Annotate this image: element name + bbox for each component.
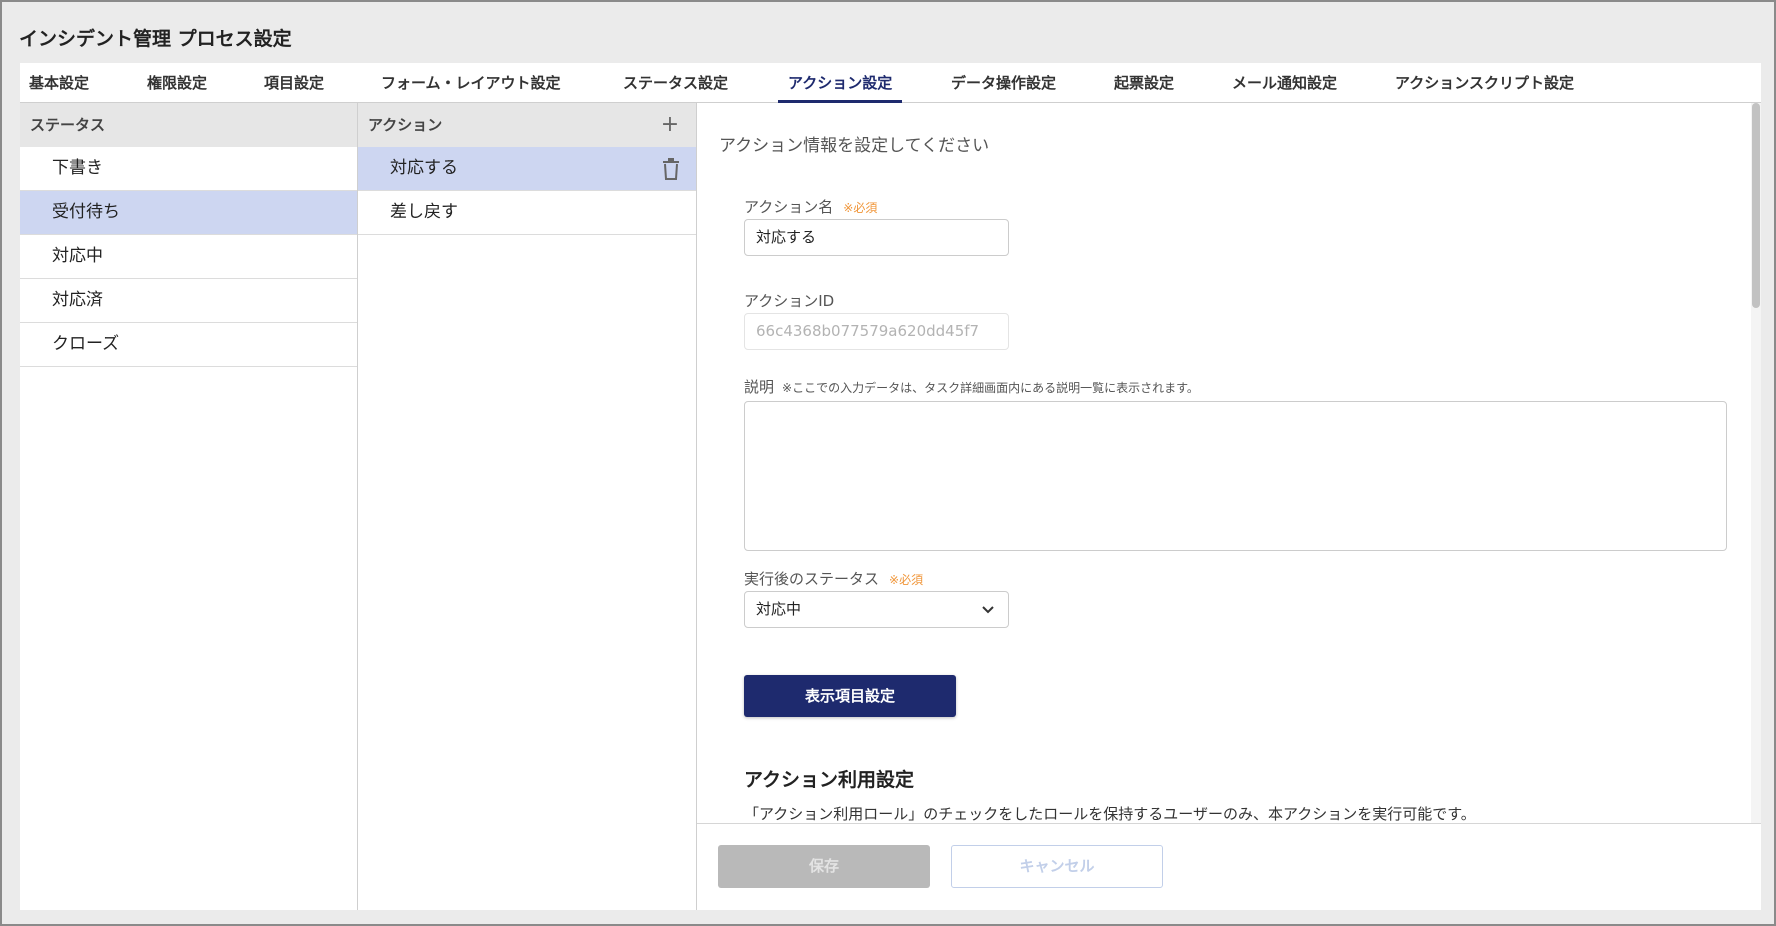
settings-panel: 基本設定 権限設定 項目設定 フォーム・レイアウト設定 ステータス設定 アクショ…	[20, 63, 1761, 910]
tab-bar: 基本設定 権限設定 項目設定 フォーム・レイアウト設定 ステータス設定 アクショ…	[20, 63, 1761, 103]
save-button[interactable]: 保存	[718, 845, 930, 888]
required-mark: ※必須	[843, 201, 878, 215]
tab-basic[interactable]: 基本設定	[29, 63, 89, 103]
usage-section-title: アクション利用設定	[744, 769, 915, 791]
detail-scrollbar[interactable]	[1751, 103, 1761, 823]
tab-permissions[interactable]: 権限設定	[147, 63, 207, 103]
app-frame: インシデント管理 プロセス設定 基本設定 権限設定 項目設定 フォーム・レイアウ…	[0, 0, 1776, 926]
action-name-field[interactable]: 対応する	[744, 219, 1009, 256]
action-name-label: アクション名 ※必須	[744, 196, 877, 217]
action-item-respond[interactable]: 対応する	[358, 147, 696, 191]
description-note: ※ここでの入力データは、タスク詳細画面内にある説明一覧に表示されます。	[782, 381, 1199, 395]
action-name-label-text: アクション名	[744, 198, 834, 216]
tab-ticket-creation[interactable]: 起票設定	[1114, 63, 1174, 103]
action-column-header: アクション +	[358, 103, 696, 147]
tab-action[interactable]: アクション設定	[777, 63, 903, 103]
page-title: インシデント管理 プロセス設定	[19, 28, 292, 50]
display-fields-button[interactable]: 表示項目設定	[744, 675, 956, 717]
usage-section-desc: 「アクション利用ロール」のチェックをしたロールを保持するユーザーのみ、本アクショ…	[744, 805, 1476, 823]
chevron-down-icon	[982, 606, 994, 614]
action-detail: アクション情報を設定してください アクション名 ※必須 対応する アクションID …	[697, 103, 1761, 910]
form-footer: 保存 キャンセル	[697, 823, 1761, 910]
trash-icon[interactable]	[662, 158, 680, 180]
tab-fields[interactable]: 項目設定	[264, 63, 324, 103]
next-status-value: 対応中	[756, 600, 802, 618]
status-item-done[interactable]: 対応済	[20, 279, 357, 323]
next-status-label: 実行後のステータス ※必須	[744, 568, 923, 589]
next-status-select[interactable]: 対応中	[744, 591, 1009, 628]
description-textarea[interactable]	[744, 401, 1727, 551]
status-item-closed[interactable]: クローズ	[20, 323, 357, 367]
action-id-field: 66c4368b077579a620dd45f7	[744, 313, 1009, 350]
action-id-label: アクションID	[744, 292, 835, 310]
tab-mail-notification[interactable]: メール通知設定	[1232, 63, 1337, 103]
status-column: ステータス 下書き 受付待ち 対応中 対応済 クローズ	[20, 103, 358, 910]
action-column: アクション + 対応する 差し戻す	[358, 103, 697, 910]
status-column-header: ステータス	[20, 103, 357, 147]
tab-action-script[interactable]: アクションスクリプト設定	[1395, 63, 1574, 103]
status-item-in-progress[interactable]: 対応中	[20, 235, 357, 279]
status-item-awaiting[interactable]: 受付待ち	[20, 191, 357, 235]
detail-intro: アクション情報を設定してください	[719, 136, 990, 156]
next-status-label-text: 実行後のステータス	[744, 570, 880, 588]
status-item-draft[interactable]: 下書き	[20, 147, 357, 191]
scroll-thumb[interactable]	[1752, 103, 1760, 308]
description-label: 説明 ※ここでの入力データは、タスク詳細画面内にある説明一覧に表示されます。	[744, 376, 1199, 397]
tab-form-layout[interactable]: フォーム・レイアウト設定	[381, 63, 561, 103]
tab-data-operation[interactable]: データ操作設定	[951, 63, 1056, 103]
tab-status[interactable]: ステータス設定	[623, 63, 728, 103]
detail-form: アクション情報を設定してください アクション名 ※必須 対応する アクションID …	[697, 103, 1751, 823]
description-label-text: 説明	[744, 378, 775, 396]
required-mark: ※必須	[889, 573, 924, 587]
action-column-title: アクション	[368, 116, 443, 134]
cancel-button[interactable]: キャンセル	[951, 845, 1163, 888]
action-item-return[interactable]: 差し戻す	[358, 191, 696, 235]
action-item-label: 対応する	[390, 158, 458, 178]
plus-icon[interactable]: +	[660, 103, 680, 147]
